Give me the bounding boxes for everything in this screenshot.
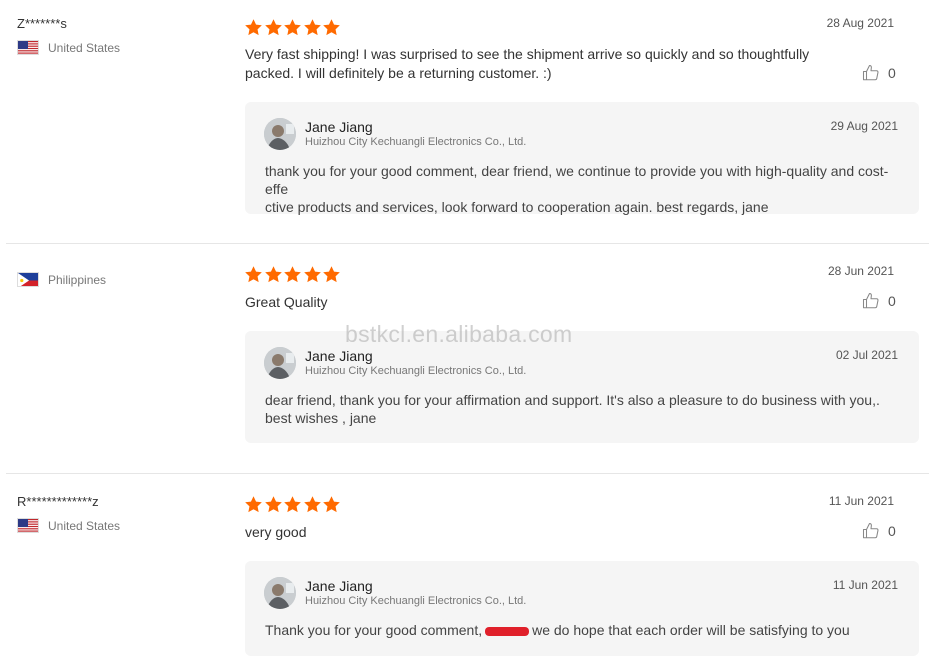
reply-text: Thank you for your good comment, we do ho… xyxy=(265,621,905,639)
star-icon xyxy=(264,496,282,513)
comment-line: Very fast shipping! I was surprised to s… xyxy=(245,46,810,62)
review-date: 28 Aug 2021 xyxy=(826,16,894,30)
avatar xyxy=(264,118,296,150)
avatar xyxy=(264,347,296,379)
country-label: United States xyxy=(48,518,121,533)
flag-us-icon xyxy=(17,518,39,533)
review-card: Philippines 28 Jun 2021 Great Quality 0 … xyxy=(0,264,929,459)
avatar xyxy=(264,577,296,609)
review-date: 28 Jun 2021 xyxy=(827,264,894,278)
seller-name: Jane Jiang xyxy=(305,348,373,364)
reply-text: thank you for your good comment, dear fr… xyxy=(265,162,905,216)
divider xyxy=(6,473,929,474)
review-date: 11 Jun 2021 xyxy=(828,494,894,508)
star-icon xyxy=(284,496,301,513)
star-icon xyxy=(303,266,321,283)
comment-line: Great Quality xyxy=(245,294,328,310)
redacted-name-mark xyxy=(485,626,530,636)
star-icon xyxy=(323,266,340,283)
seller-company: Huizhou City Kechuangli Electronics Co.,… xyxy=(305,595,527,607)
star-icon xyxy=(245,266,262,283)
like-button[interactable]: 0 xyxy=(862,292,896,310)
reply-line: dear friend, thank you for your affirmat… xyxy=(265,392,880,408)
reply-date: 02 Jul 2021 xyxy=(835,348,898,362)
seller-name: Jane Jiang xyxy=(305,119,373,135)
star-icon xyxy=(303,496,321,513)
thumbs-up-icon xyxy=(862,64,879,81)
reply-date: 29 Aug 2021 xyxy=(830,119,898,133)
country-label: United States xyxy=(48,40,121,55)
thumbs-up-icon xyxy=(862,522,879,539)
seller-company: Huizhou City Kechuangli Electronics Co.,… xyxy=(305,365,527,377)
reply-text: dear friend, thank you for your affirmat… xyxy=(265,391,905,427)
review-comment: Very fast shipping! I was surprised to s… xyxy=(245,45,825,83)
reply-line: ctive products and services, look forwar… xyxy=(265,199,769,215)
star-icon xyxy=(245,19,262,36)
star-icon xyxy=(264,266,282,283)
star-icon xyxy=(284,266,301,283)
review-comment: very good xyxy=(245,523,825,542)
star-icon xyxy=(284,19,301,36)
watermark: bstkcl.en.alibaba.com xyxy=(345,321,573,347)
like-count: 0 xyxy=(888,293,896,309)
review-card: R*************z United States 11 Jun 202… xyxy=(0,494,929,666)
flag-us-icon xyxy=(17,40,39,55)
reply-text-end: we do hope that each order will be satis… xyxy=(532,622,850,638)
like-count: 0 xyxy=(888,523,896,539)
like-count: 0 xyxy=(888,65,896,81)
star-icon xyxy=(245,496,262,513)
star-icon xyxy=(323,496,340,513)
seller-reply: Jane Jiang Huizhou City Kechuangli Elect… xyxy=(245,102,919,216)
buyer-country: Philippines xyxy=(17,272,106,287)
review-card: Z*******s United States 28 Aug 2021 Very… xyxy=(0,16,929,228)
reply-line: best wishes , jane xyxy=(265,410,377,426)
seller-company: Huizhou City Kechuangli Electronics Co.,… xyxy=(305,136,527,148)
buyer-name: Z*******s xyxy=(17,16,67,31)
divider xyxy=(6,243,929,244)
like-button[interactable]: 0 xyxy=(862,522,896,540)
buyer-country: United States xyxy=(17,40,120,55)
review-comment: Great Quality xyxy=(245,293,825,312)
buyer-name: R*************z xyxy=(17,494,99,509)
country-label: Philippines xyxy=(48,272,107,287)
seller-name: Jane Jiang xyxy=(305,578,373,594)
reply-text-start: Thank you for your good comment, xyxy=(265,622,483,638)
buyer-country: United States xyxy=(17,518,120,533)
star-rating xyxy=(244,495,342,514)
seller-reply: Jane Jiang Huizhou City Kechuangli Elect… xyxy=(245,561,919,656)
reply-line: thank you for your good comment, dear fr… xyxy=(265,163,889,197)
thumbs-up-icon xyxy=(862,292,879,309)
reply-date: 11 Jun 2021 xyxy=(832,578,898,592)
star-icon xyxy=(303,19,321,36)
star-rating xyxy=(244,265,342,284)
star-rating xyxy=(244,18,342,37)
comment-line: very good xyxy=(245,524,307,540)
like-button[interactable]: 0 xyxy=(862,64,896,82)
star-icon xyxy=(264,19,282,36)
star-icon xyxy=(323,19,340,36)
flag-philippines-icon xyxy=(17,272,39,287)
comment-line: packed. I will definitely be a returning… xyxy=(245,65,552,81)
